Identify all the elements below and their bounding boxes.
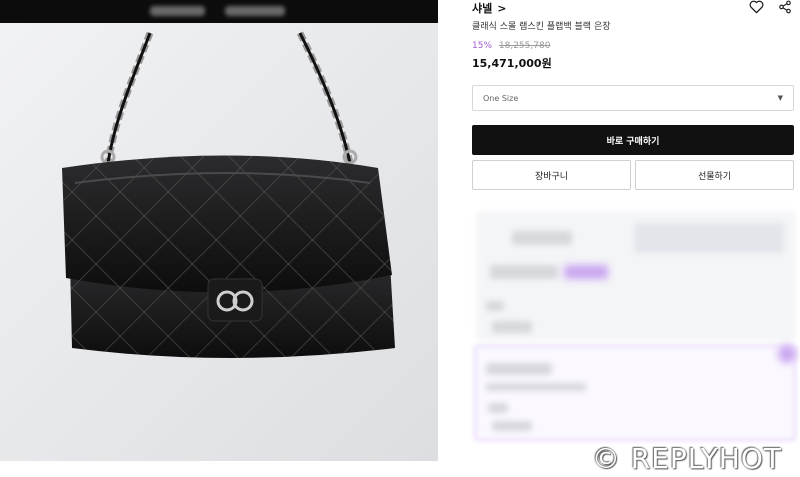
watermark: © REPLYHOT — [591, 442, 782, 475]
blurred-text — [492, 321, 532, 333]
brand-name: 샤넬 — [472, 2, 493, 15]
share-icon[interactable] — [778, 0, 792, 14]
gift-button[interactable]: 선물하기 — [635, 160, 794, 190]
size-select[interactable]: One Size ▼ — [472, 85, 794, 111]
blurred-text — [150, 6, 205, 16]
chevron-down-icon: ▼ — [777, 94, 783, 102]
action-icons — [749, 0, 792, 14]
sale-price: 15,471,000원 — [472, 57, 552, 70]
image-top-banner — [0, 0, 438, 23]
heart-icon[interactable] — [749, 0, 764, 14]
original-price: 18,255,780 — [498, 41, 551, 51]
size-select-value: One Size — [483, 94, 519, 103]
price-discount-row: 15% 18,255,780 — [472, 41, 550, 51]
blurred-text — [490, 265, 558, 279]
blurred-text — [225, 6, 285, 16]
blurred-text — [512, 231, 572, 245]
blurred-text — [488, 403, 508, 413]
product-page: 샤넬 > 클래식 스몰 램스킨 플랩백 블랙 은장 15% 18,255,780… — [0, 0, 800, 477]
brand-link[interactable]: 샤넬 > — [472, 0, 506, 16]
discount-rate: 15% — [472, 41, 493, 51]
product-photo — [0, 23, 438, 461]
product-image-area — [0, 0, 438, 461]
blurred-text — [486, 363, 552, 375]
blurred-text — [486, 301, 504, 311]
cart-button[interactable]: 장바구니 — [472, 160, 631, 190]
blurred-section — [472, 207, 800, 477]
blurred-text — [486, 383, 586, 391]
blurred-badge — [778, 345, 796, 363]
buy-now-button[interactable]: 바로 구매하기 — [472, 125, 794, 155]
product-title: 클래식 스몰 램스킨 플랩백 블랙 은장 — [472, 22, 611, 32]
blurred-badge — [564, 265, 608, 279]
blurred-button — [634, 223, 784, 253]
blurred-text — [492, 421, 532, 431]
chevron-right-icon: > — [497, 1, 507, 15]
